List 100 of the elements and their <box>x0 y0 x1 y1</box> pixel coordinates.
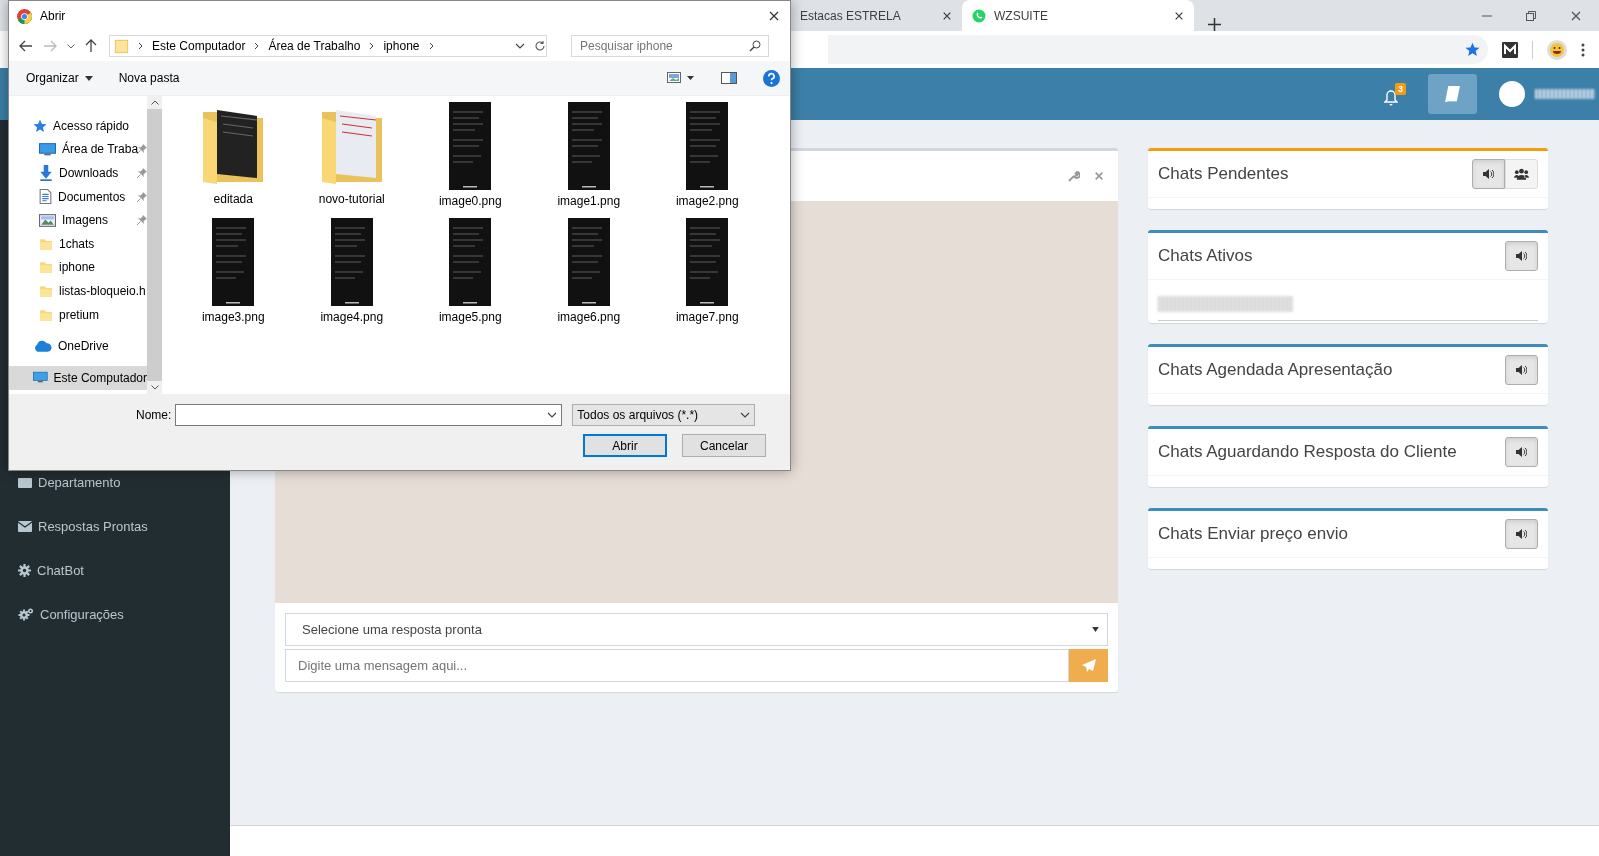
monitor-icon <box>39 142 56 156</box>
folder-icon <box>39 260 53 275</box>
speaker-icon <box>1516 364 1527 376</box>
close-icon[interactable] <box>768 10 780 22</box>
sidebar-item[interactable]: Departamento <box>0 460 230 504</box>
file-item[interactable]: image0.png <box>411 102 530 218</box>
wrench-icon[interactable] <box>1068 170 1080 182</box>
address-path-field[interactable]: Este Computador Área de Trabalho iphone <box>109 35 547 57</box>
navigation-label: Downloads <box>59 166 119 180</box>
file-type-dropdown[interactable]: Todos os arquivos (*.*) <box>572 404 756 426</box>
breadcrumb-item[interactable]: Este Computador <box>152 39 246 53</box>
bookmark-star-icon[interactable] <box>1465 42 1480 57</box>
pin-icon <box>137 191 147 202</box>
extension-icon[interactable] <box>1502 41 1518 58</box>
open-button[interactable]: Abrir <box>583 434 667 457</box>
search-field[interactable]: Pesquisar iphone <box>571 35 769 57</box>
close-icon[interactable] <box>942 10 952 21</box>
file-item[interactable]: image7.png <box>648 218 767 334</box>
up-arrow-icon[interactable] <box>85 39 97 53</box>
dropdown-caret-icon <box>1092 627 1099 632</box>
sidebar-item[interactable]: Respostas Prontas <box>0 504 230 548</box>
browser-tab[interactable]: WZSUITE <box>962 0 1194 31</box>
file-item[interactable]: image5.png <box>411 218 530 334</box>
speaker-icon <box>1516 528 1527 540</box>
file-item[interactable]: image1.png <box>529 102 648 218</box>
folder-icon <box>39 307 53 322</box>
pin-icon <box>137 215 147 226</box>
reply-select[interactable]: Selecione uma resposta pronta <box>285 613 1108 646</box>
navigation-item[interactable]: iphone <box>9 255 147 280</box>
user-avatar[interactable] <box>1499 81 1525 107</box>
file-item[interactable]: image2.png <box>648 102 767 218</box>
cancel-button[interactable]: Cancelar <box>682 434 766 457</box>
back-arrow-icon[interactable] <box>19 40 33 52</box>
navigation-item[interactable]: Documentos <box>9 184 147 209</box>
group-button[interactable] <box>1505 159 1538 189</box>
navigation-item[interactable]: Área de Traba <box>9 137 147 162</box>
file-name-field[interactable] <box>175 404 563 426</box>
gears-icon <box>18 607 34 621</box>
browser-logo-icon <box>17 8 32 24</box>
navigation-item[interactable]: Imagens <box>9 208 147 232</box>
navigation-label: iphone <box>59 260 96 275</box>
file-item[interactable]: image4.png <box>292 218 411 334</box>
sound-button[interactable] <box>1505 519 1538 549</box>
sidebar-label: Configurações <box>40 606 124 622</box>
toolbar-button[interactable]: Organizar <box>26 71 93 85</box>
new-tab-icon[interactable] <box>1208 18 1221 31</box>
file-item[interactable]: image3.png <box>174 218 293 334</box>
file-name: image4.png <box>320 310 384 324</box>
redacted-name <box>1535 89 1595 99</box>
queue-title: Chats Agendada Apresentação <box>1158 360 1394 380</box>
dialog-title: Abrir <box>40 9 67 23</box>
file-name: image3.png <box>201 310 265 324</box>
breadcrumb-item[interactable]: iphone <box>383 39 420 53</box>
cloud-icon <box>33 340 52 353</box>
browser-tab[interactable]: Estacas ESTRELA <box>790 0 962 31</box>
folder-icon <box>39 236 53 251</box>
navigation-item[interactable]: Acesso rápido <box>9 114 147 138</box>
message-field[interactable]: Digite uma mensagem aqui... <box>285 649 1069 682</box>
breadcrumb-item[interactable]: Área de Trabalho <box>268 39 361 53</box>
toolbar-button[interactable]: Nova pasta <box>118 71 180 85</box>
dropdown-caret-icon[interactable] <box>515 43 525 49</box>
navigation-label: Imagens <box>62 213 109 228</box>
sound-button[interactable] <box>1505 241 1538 271</box>
file-item[interactable]: image6.png <box>529 218 648 334</box>
scroll-down-icon[interactable] <box>150 385 159 390</box>
emoji-avatar-icon[interactable] <box>1547 39 1567 60</box>
navigation-item[interactable]: OneDrive <box>9 334 147 358</box>
navigation-item[interactable]: 1chats <box>9 231 147 256</box>
more-menu-icon[interactable] <box>1581 42 1585 57</box>
sidebar-label: Departamento <box>38 474 121 490</box>
queue-title: Chats Ativos <box>1158 246 1254 266</box>
scrollbar[interactable] <box>147 96 162 394</box>
paper-plane-icon <box>1081 658 1096 673</box>
restore-icon[interactable] <box>1526 10 1536 21</box>
navigation-label: pretium <box>59 307 99 322</box>
scroll-up-icon[interactable] <box>150 100 159 105</box>
queue-title: Chats Enviar preço envio <box>1158 524 1349 544</box>
sidebar-item[interactable]: ChatBot <box>0 548 230 592</box>
sidebar-item[interactable]: Configurações <box>0 592 230 636</box>
sound-button[interactable] <box>1472 159 1505 189</box>
navigation-item[interactable]: listas-bloqueio.h <box>9 279 147 303</box>
navigation-item[interactable]: Downloads <box>9 161 147 185</box>
book-button[interactable] <box>1428 74 1477 114</box>
sound-button[interactable] <box>1505 355 1538 385</box>
pin-icon <box>137 144 147 155</box>
sound-button[interactable] <box>1505 437 1538 467</box>
help-icon[interactable] <box>763 69 780 87</box>
refresh-icon[interactable] <box>534 40 546 52</box>
navigation-item[interactable]: Este Computador <box>9 365 147 390</box>
view-options-icon[interactable] <box>667 72 695 84</box>
file-item[interactable]: editada <box>174 102 293 218</box>
navigation-item[interactable]: pretium <box>9 302 147 327</box>
download-icon <box>39 165 53 181</box>
queue-title: Chats Aguardando Resposta do Cliente <box>1158 442 1458 462</box>
search-icon[interactable] <box>749 40 761 52</box>
file-item[interactable]: novo-tutorial <box>292 102 411 218</box>
close-icon[interactable] <box>1570 9 1582 22</box>
preview-pane-icon[interactable] <box>721 72 737 84</box>
close-icon[interactable] <box>1174 10 1184 21</box>
recent-caret-icon[interactable] <box>67 43 75 49</box>
